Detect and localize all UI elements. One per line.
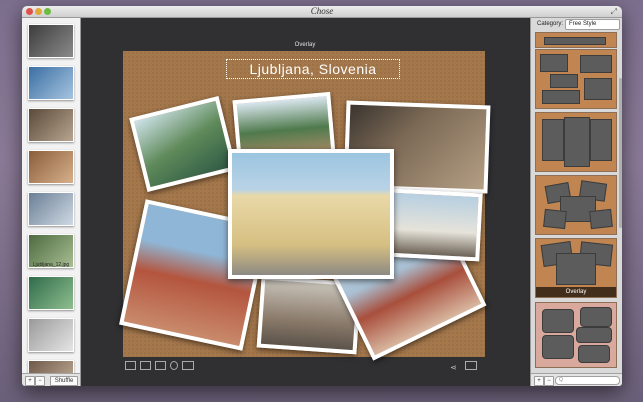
thumbnail-street-1[interactable] bbox=[28, 24, 74, 58]
export-icon[interactable] bbox=[465, 361, 477, 370]
canvas-toolbar bbox=[125, 361, 198, 372]
frame-icon[interactable] bbox=[182, 361, 194, 370]
category-label: Category: bbox=[537, 21, 564, 27]
template-overlay[interactable]: Overlay bbox=[535, 238, 617, 298]
remove-photo-button[interactable]: − bbox=[35, 376, 45, 386]
collage-board[interactable]: Ljubljana, Slovenia bbox=[119, 51, 491, 361]
photo-strip[interactable]: Ljubljana_12.jpg bbox=[22, 18, 81, 374]
thumbnail-rooftops[interactable] bbox=[28, 360, 74, 374]
share-toolbar: ⋖ bbox=[450, 361, 477, 372]
fullscreen-icon[interactable]: ⤢ bbox=[611, 7, 617, 16]
remove-template-button[interactable]: − bbox=[544, 376, 554, 386]
template-3[interactable] bbox=[535, 112, 617, 172]
template-1[interactable] bbox=[535, 32, 617, 48]
photo-river-trees[interactable] bbox=[129, 96, 237, 192]
thumbnail-caption: Ljubljana_12.jpg bbox=[32, 262, 70, 268]
thumbnail-river[interactable] bbox=[28, 276, 74, 310]
template-6[interactable] bbox=[535, 302, 617, 368]
thumbnail-buildings[interactable] bbox=[28, 150, 74, 184]
layout-icon[interactable] bbox=[155, 361, 166, 370]
add-template-button[interactable]: + bbox=[534, 376, 544, 386]
add-photo-button[interactable]: + bbox=[25, 376, 35, 386]
background-icon[interactable] bbox=[140, 361, 151, 370]
drop-icon[interactable] bbox=[170, 361, 178, 370]
template-toolbar: + − Q bbox=[531, 373, 622, 386]
template-4[interactable] bbox=[535, 175, 617, 235]
shuffle-button[interactable]: Shuffle bbox=[50, 376, 78, 386]
photo-church[interactable] bbox=[385, 188, 483, 262]
thumbnail-street-2[interactable] bbox=[28, 108, 74, 142]
crop-icon[interactable] bbox=[125, 361, 136, 370]
category-select[interactable]: Free Style bbox=[565, 19, 620, 30]
thumbnail-facade[interactable] bbox=[28, 318, 74, 352]
template-scrollbar[interactable] bbox=[619, 78, 622, 228]
thumbnail-church[interactable] bbox=[28, 192, 74, 226]
app-window: Chose ⤢ Ljubljana_12.jpg + − Shuffle Ove… bbox=[22, 6, 622, 386]
template-overlay-label: Overlay bbox=[536, 287, 616, 297]
title-bar: Chose ⤢ bbox=[22, 6, 622, 18]
thumbnail-city-view[interactable] bbox=[28, 66, 74, 100]
template-2[interactable] bbox=[535, 49, 617, 109]
collage-title[interactable]: Ljubljana, Slovenia bbox=[226, 59, 400, 79]
template-panel: Category: Free Style Overlay + − Q bbox=[530, 18, 622, 386]
overlay-label: Overlay bbox=[294, 42, 316, 48]
strip-toolbar: + − Shuffle bbox=[22, 373, 81, 386]
canvas-area: Overlay Ljubljana, Slovenia ⋖ bbox=[81, 18, 529, 386]
window-title: Chose bbox=[310, 6, 334, 16]
template-search-input[interactable]: Q bbox=[555, 376, 620, 385]
photo-yellow-building[interactable] bbox=[228, 149, 394, 279]
share-icon[interactable]: ⋖ bbox=[450, 363, 457, 372]
